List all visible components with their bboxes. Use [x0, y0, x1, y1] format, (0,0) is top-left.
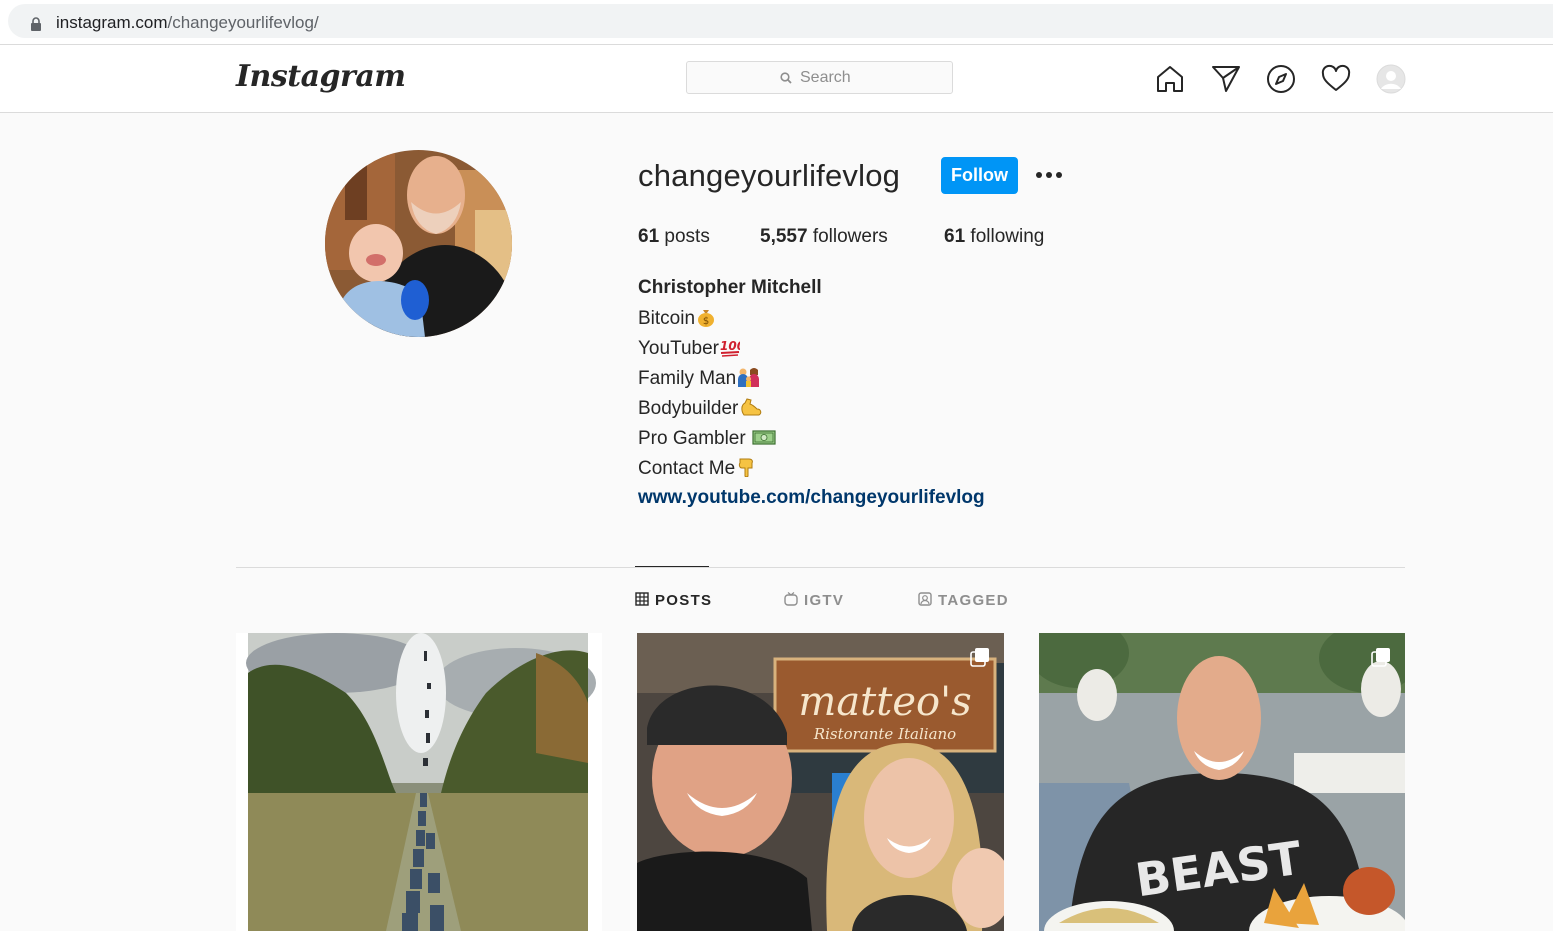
- direct-message-icon[interactable]: [1211, 64, 1241, 94]
- following-label: following: [970, 226, 1045, 247]
- profile-avatar[interactable]: [325, 150, 512, 337]
- tab-posts-label: POSTS: [655, 592, 713, 609]
- home-icon[interactable]: [1155, 64, 1185, 94]
- profile-username: changeyourlifevlog: [638, 158, 901, 193]
- money-bag-icon: $: [698, 310, 715, 327]
- bio-text: Bodybuilder: [638, 398, 739, 419]
- search-icon: [780, 72, 792, 84]
- beast-shirt-dinner-photo: BEAST: [1039, 633, 1405, 931]
- multiple-photos-icon: [970, 648, 989, 667]
- family-icon: [738, 368, 760, 387]
- post-tile[interactable]: matteo's Ristorante Italiano: [637, 633, 1004, 931]
- url-domain: instagram.com: [56, 13, 168, 32]
- following-count: 61: [944, 226, 966, 247]
- restaurant-sign-text: matteo's: [798, 679, 971, 725]
- dollar-banknote-icon: [752, 430, 776, 445]
- active-tab-indicator: [635, 566, 709, 567]
- bio-text: YouTuber: [638, 338, 719, 359]
- bio-line-pro-gambler: Pro Gambler: [638, 427, 776, 450]
- tagged-icon: [918, 592, 932, 606]
- bio-text: Contact Me: [638, 458, 736, 479]
- profile-website-link[interactable]: www.youtube.com/changeyourlifevlog: [638, 487, 985, 509]
- explore-icon[interactable]: [1266, 64, 1296, 94]
- following-stat[interactable]: 61 following: [944, 226, 1044, 248]
- flexed-biceps-icon: [741, 398, 762, 416]
- search-placeholder: Search: [800, 69, 851, 86]
- posts-count-stat: 61 posts: [638, 226, 710, 248]
- svg-text:$: $: [703, 316, 709, 327]
- field-people-ascending-photo: [236, 633, 602, 931]
- followers-stat[interactable]: 5,557 followers: [760, 226, 888, 248]
- url-text: instagram.com/changeyourlifevlog/: [56, 13, 319, 33]
- activity-heart-icon[interactable]: [1321, 64, 1351, 94]
- url-path: /changeyourlifevlog/: [167, 13, 319, 32]
- igtv-icon: [784, 592, 798, 606]
- restaurant-sign-subtext: Ristorante Italiano: [813, 725, 956, 743]
- posts-label: posts: [664, 226, 710, 247]
- tab-tagged[interactable]: TAGGED: [918, 592, 1009, 609]
- tab-igtv[interactable]: IGTV: [784, 592, 844, 609]
- instagram-header: Instagram Search: [0, 45, 1553, 113]
- browser-url-bar: instagram.com/changeyourlifevlog/: [0, 0, 1553, 45]
- bio-line-contact-me: Contact Me: [638, 457, 756, 480]
- tab-posts[interactable]: POSTS: [635, 592, 712, 609]
- search-input[interactable]: Search: [686, 61, 953, 94]
- bio-line-bodybuilder: Bodybuilder: [638, 397, 763, 420]
- post-tile[interactable]: BEAST: [1039, 633, 1405, 931]
- bio-text: Family Man: [638, 368, 737, 389]
- matteos-restaurant-selfie-photo: matteo's Ristorante Italiano: [637, 633, 1004, 931]
- multiple-photos-icon: [1371, 648, 1390, 667]
- tab-tagged-label: TAGGED: [938, 592, 1009, 609]
- tabs-divider: [236, 567, 1405, 568]
- profile-avatar-icon[interactable]: [1376, 64, 1406, 94]
- lock-icon: [31, 17, 41, 31]
- bio-line-youtuber: YouTuber100: [638, 337, 740, 360]
- bio-line-bitcoin: Bitcoin $: [638, 307, 716, 330]
- bio-text: Pro Gambler: [638, 428, 751, 449]
- profile-full-name: Christopher Mitchell: [638, 277, 822, 298]
- tab-igtv-label: IGTV: [804, 592, 845, 609]
- bio-text: Bitcoin: [638, 308, 696, 329]
- more-options-icon[interactable]: [1035, 170, 1063, 180]
- instagram-logo[interactable]: Instagram: [236, 59, 406, 94]
- hundred-points-icon: 100: [720, 339, 740, 357]
- follow-button[interactable]: Follow: [941, 157, 1018, 194]
- address-field[interactable]: instagram.com/changeyourlifevlog/: [8, 4, 1553, 38]
- grid-icon: [635, 592, 649, 606]
- post-tile[interactable]: [236, 633, 602, 931]
- bio-line-family-man: Family Man: [638, 367, 761, 390]
- pointing-down-icon: [739, 458, 754, 477]
- followers-count: 5,557: [760, 226, 808, 247]
- posts-count: 61: [638, 226, 660, 247]
- followers-label: followers: [812, 226, 888, 247]
- svg-text:100: 100: [720, 339, 740, 353]
